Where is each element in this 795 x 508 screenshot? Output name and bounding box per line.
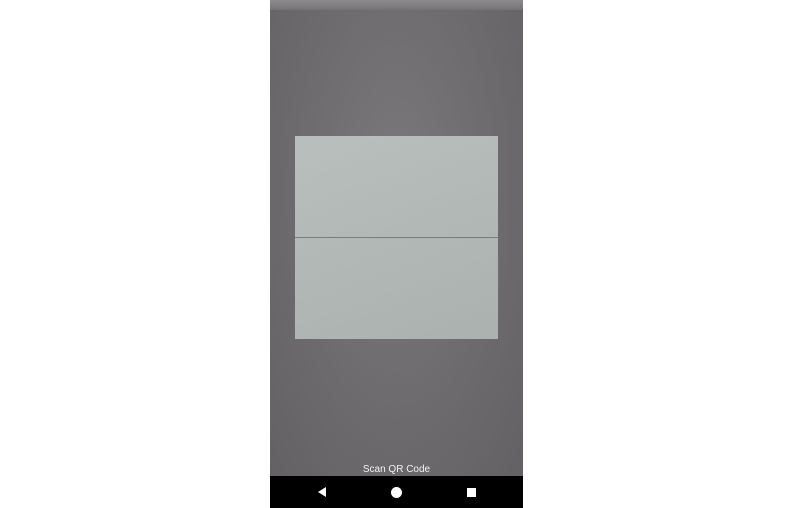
home-button[interactable] [388, 484, 404, 500]
scan-qr-label: Scan QR Code [362, 464, 431, 475]
recents-button[interactable] [463, 484, 479, 500]
back-triangle-icon [318, 487, 326, 497]
back-button[interactable] [314, 484, 330, 500]
system-nav-bar [270, 476, 523, 508]
phone-screen: Scan QR Code [270, 0, 523, 508]
camera-top-edge [270, 0, 523, 10]
scan-laser-line [295, 237, 498, 238]
home-circle-icon [390, 486, 402, 498]
camera-preview: Scan QR Code [270, 0, 523, 476]
scan-frame [295, 136, 498, 339]
recents-square-icon [466, 487, 476, 497]
